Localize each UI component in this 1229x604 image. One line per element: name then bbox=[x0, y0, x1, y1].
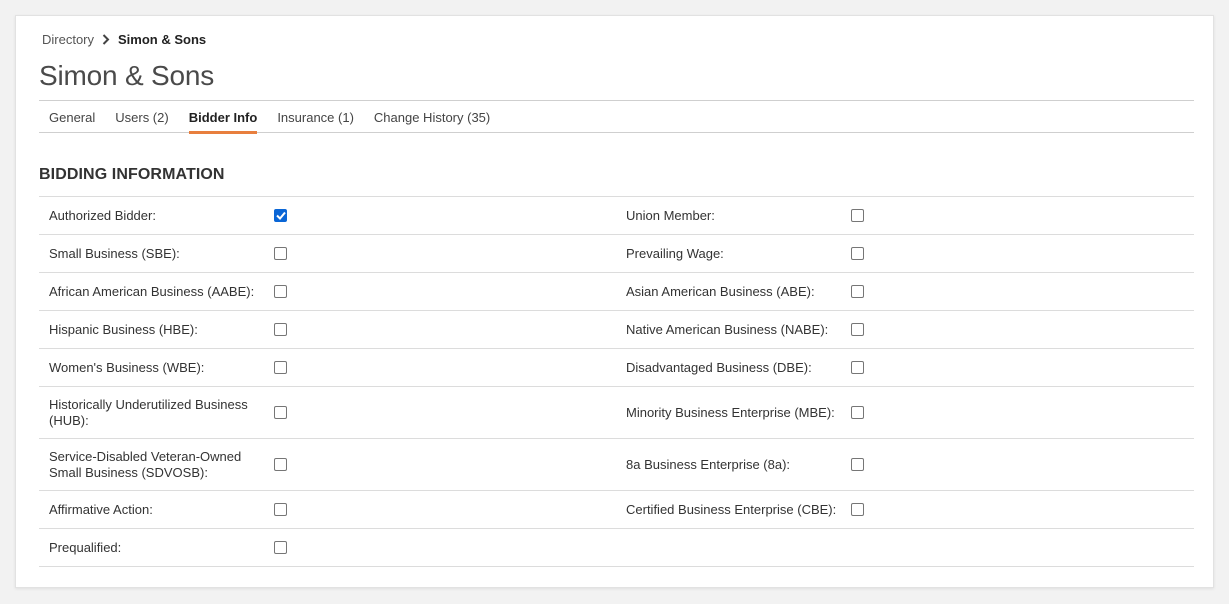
field-label: Union Member: bbox=[626, 207, 715, 223]
tab-bar: General Users (2) Bidder Info Insurance (1)… bbox=[39, 100, 1194, 134]
checkbox[interactable] bbox=[851, 503, 864, 516]
chevron-right-icon bbox=[102, 34, 110, 45]
field-label: African American Business (AABE): bbox=[49, 283, 255, 299]
table-row: Service-Disabled Veteran-Owned Small Bus… bbox=[39, 439, 1194, 491]
field-label: Affirmative Action: bbox=[49, 501, 153, 517]
field-label: Certified Business Enterprise (CBE): bbox=[626, 501, 837, 517]
checkbox[interactable] bbox=[274, 541, 287, 554]
checkbox-cell bbox=[851, 273, 1193, 310]
table-row: Hispanic Business (HBE): Native American … bbox=[39, 311, 1194, 349]
checkbox-cell bbox=[274, 491, 616, 528]
breadcrumb: Directory Simon & Sons bbox=[42, 32, 206, 47]
company-detail-card: Directory Simon & Sons Simon & Sons Gene… bbox=[15, 15, 1214, 588]
checkbox[interactable] bbox=[851, 323, 864, 336]
checkbox-cell bbox=[274, 529, 616, 566]
field-label: Women's Business (WBE): bbox=[49, 359, 205, 375]
checkbox[interactable] bbox=[274, 458, 287, 471]
tab-change-history-35[interactable]: Change History (35) bbox=[374, 101, 490, 132]
checkbox[interactable] bbox=[274, 361, 287, 374]
section-title: BIDDING INFORMATION bbox=[39, 166, 225, 183]
checkbox[interactable] bbox=[851, 406, 864, 419]
checkbox-cell bbox=[851, 529, 1193, 566]
field-label: Asian American Business (ABE): bbox=[626, 283, 815, 299]
checkbox[interactable] bbox=[851, 361, 864, 374]
table-row: African American Business (AABE): Asian A… bbox=[39, 273, 1194, 311]
tab-users-2[interactable]: Users (2) bbox=[115, 101, 168, 132]
checkbox[interactable] bbox=[851, 285, 864, 298]
field-label: Minority Business Enterprise (MBE): bbox=[626, 404, 835, 420]
field-label: Authorized Bidder: bbox=[49, 207, 156, 223]
checkbox[interactable] bbox=[274, 503, 287, 516]
table-row: Affirmative Action: Certified Business En… bbox=[39, 491, 1194, 529]
table-row: Small Business (SBE): Prevailing Wage: bbox=[39, 235, 1194, 273]
checkbox-cell bbox=[274, 439, 616, 490]
breadcrumb-current: Simon & Sons bbox=[118, 32, 207, 47]
field-label: Service-Disabled Veteran-Owned Small Bus… bbox=[49, 448, 242, 480]
table-row: Women's Business (WBE): Disadvantaged Bus… bbox=[39, 349, 1194, 387]
page-title: Simon & Sons bbox=[39, 60, 215, 91]
checkbox-cell bbox=[851, 387, 1193, 438]
field-label: Small Business (SBE): bbox=[49, 245, 180, 261]
field-label bbox=[616, 529, 851, 566]
checkbox-cell bbox=[851, 197, 1193, 234]
checkbox-cell bbox=[851, 349, 1193, 386]
field-label: 8a Business Enterprise (8a): bbox=[626, 456, 791, 472]
field-label: Disadvantaged Business (DBE): bbox=[626, 359, 812, 375]
bidding-info-grid: Authorized Bidder: Union Member: Small Bus… bbox=[39, 196, 1194, 567]
checkbox[interactable] bbox=[274, 323, 287, 336]
field-label: Prevailing Wage: bbox=[626, 245, 724, 261]
tab-insurance-1[interactable]: Insurance (1) bbox=[277, 101, 354, 132]
field-label: Hispanic Business (HBE): bbox=[49, 321, 198, 337]
field-label: Prequalified: bbox=[49, 539, 122, 555]
tab-bidder-info[interactable]: Bidder Info bbox=[188, 101, 257, 134]
table-row: Authorized Bidder: Union Member: bbox=[39, 197, 1194, 235]
checkbox-cell bbox=[274, 387, 616, 438]
checkbox[interactable] bbox=[274, 285, 287, 298]
field-label: Native American Business (NABE): bbox=[626, 321, 829, 337]
checkbox[interactable] bbox=[274, 406, 287, 419]
checkbox[interactable] bbox=[274, 247, 287, 260]
checkbox-cell bbox=[274, 349, 616, 386]
checkbox-cell bbox=[851, 491, 1193, 528]
checkbox[interactable] bbox=[851, 209, 864, 222]
field-label: Historically Underutilized Business (HUB… bbox=[49, 396, 248, 428]
table-row: Prequalified: bbox=[39, 529, 1194, 567]
checkbox-cell bbox=[274, 273, 616, 310]
checkbox-cell bbox=[851, 235, 1193, 272]
checkbox-cell bbox=[274, 235, 616, 272]
checkbox[interactable] bbox=[851, 247, 864, 260]
checkbox-cell bbox=[851, 439, 1193, 490]
table-row: Historically Underutilized Business (HUB… bbox=[39, 387, 1194, 439]
checkbox[interactable] bbox=[274, 209, 287, 222]
breadcrumb-directory-link[interactable]: Directory bbox=[42, 32, 94, 47]
checkbox-cell bbox=[851, 311, 1193, 348]
checkbox-cell bbox=[274, 197, 616, 234]
checkbox[interactable] bbox=[851, 458, 864, 471]
tab-general[interactable]: General bbox=[49, 101, 95, 132]
checkbox-cell bbox=[274, 311, 616, 348]
